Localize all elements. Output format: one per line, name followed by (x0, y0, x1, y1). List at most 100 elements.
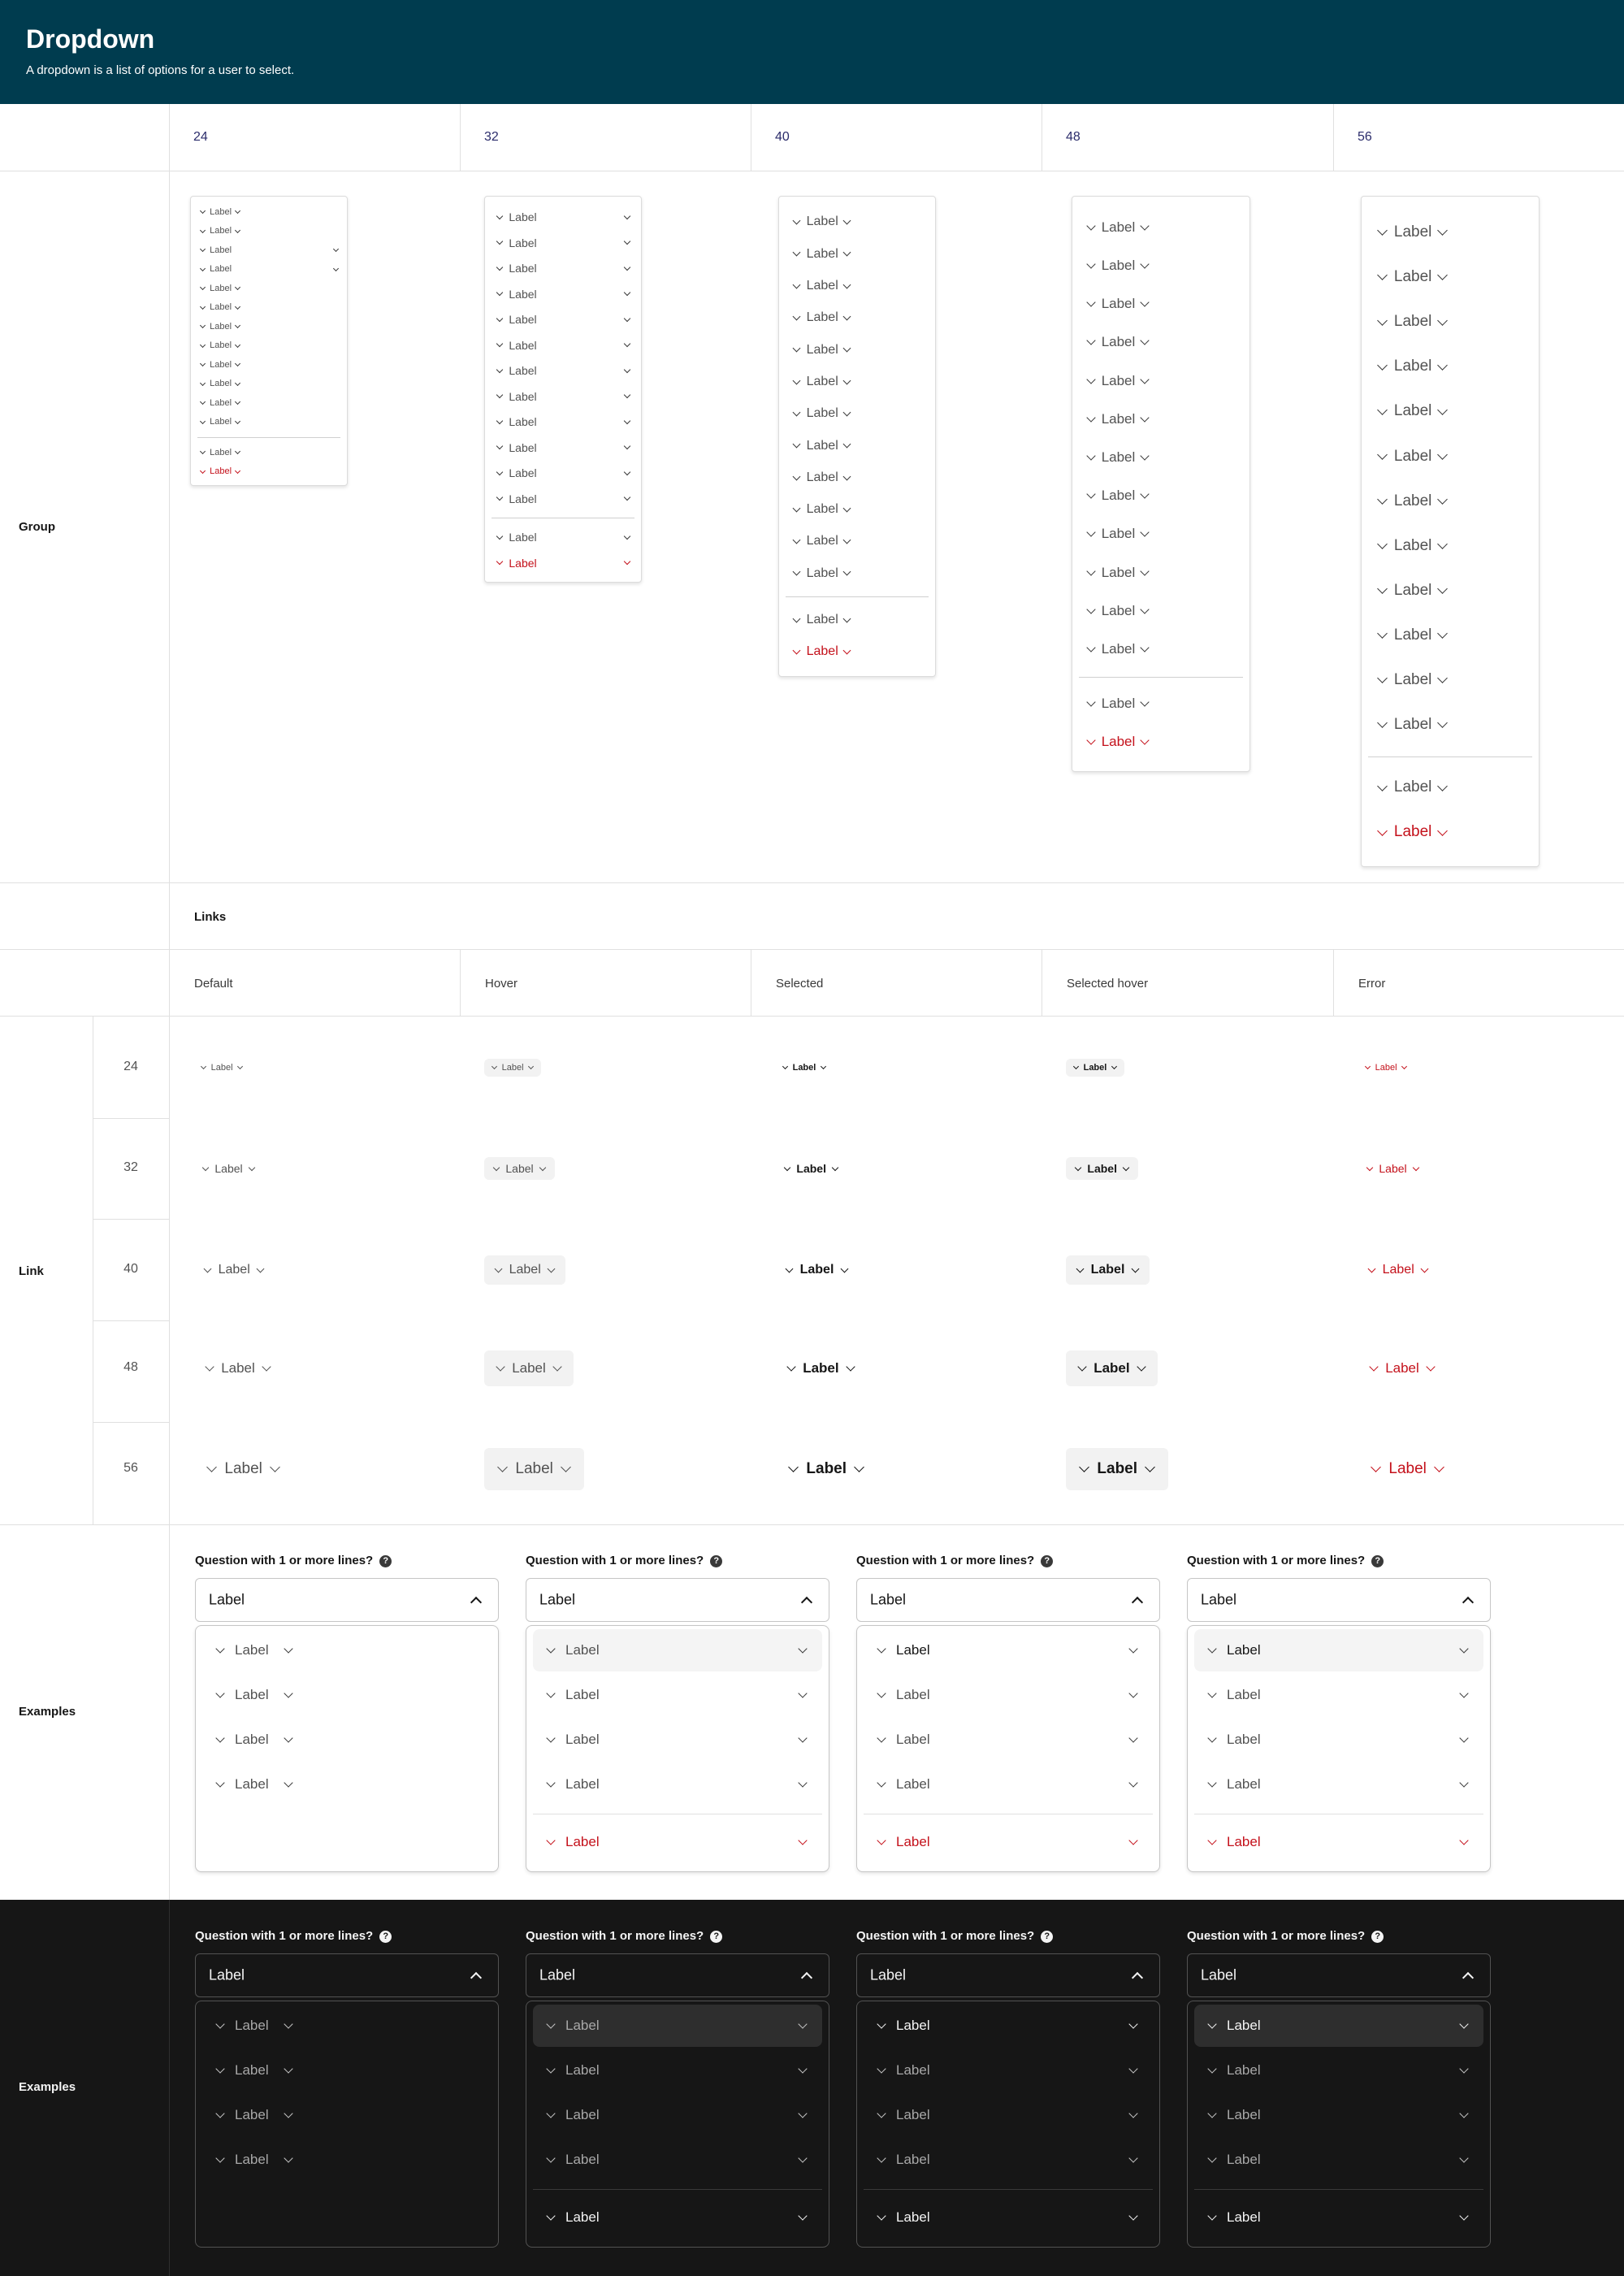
link-def-40[interactable]: Label (193, 1255, 275, 1285)
example-dropdown-field-2[interactable]: Label (856, 1953, 1160, 1997)
group-item[interactable]: Label (779, 526, 935, 557)
group-item[interactable]: Label (485, 435, 641, 461)
group-item[interactable]: Label (1362, 255, 1539, 300)
group-item-error[interactable]: Label (485, 550, 641, 576)
link-hov-32[interactable]: Label (484, 1157, 556, 1180)
option-row-error[interactable]: Label (1194, 2196, 1483, 2239)
group-item[interactable]: Label (191, 241, 347, 260)
group-item[interactable]: Label (1072, 362, 1249, 400)
link-sel-24[interactable]: Label (775, 1059, 834, 1077)
chevron-up-icon[interactable] (800, 1971, 813, 1984)
link-err-24[interactable]: Label (1358, 1059, 1414, 1077)
group-item-error[interactable]: Label (1072, 723, 1249, 761)
option-row[interactable]: Label (864, 2005, 1153, 2047)
example-dropdown-field-1[interactable]: Label (526, 1953, 829, 1997)
link-sel-32[interactable]: Label (775, 1157, 847, 1180)
option-row[interactable]: Label (864, 1763, 1153, 1806)
group-item[interactable]: Label (1362, 210, 1539, 255)
group-item[interactable]: Label (779, 270, 935, 301)
option-row[interactable]: Label (533, 1719, 822, 1761)
option-row[interactable]: Label (864, 1674, 1153, 1716)
group-item[interactable]: Label (779, 302, 935, 334)
group-item[interactable]: Label (779, 430, 935, 462)
option-row[interactable]: Label (1194, 1629, 1483, 1671)
link-def-24[interactable]: Label (193, 1059, 250, 1077)
group-item[interactable]: Label (191, 260, 347, 280)
group-item[interactable]: Label (485, 230, 641, 256)
chevron-up-icon[interactable] (1462, 1596, 1475, 1609)
group-item[interactable]: Label (1362, 703, 1539, 748)
group-item[interactable]: Label (191, 336, 347, 356)
help-icon[interactable]: ? (1371, 1931, 1384, 1943)
help-icon[interactable]: ? (1041, 1555, 1054, 1567)
option-row[interactable]: Label (1194, 1719, 1483, 1761)
example-dropdown-field-3[interactable]: Label (1187, 1578, 1491, 1622)
chevron-up-icon[interactable] (470, 1971, 483, 1984)
option-row-error[interactable]: Label (1194, 1821, 1483, 1863)
group-item[interactable]: Label (1362, 568, 1539, 613)
group-item[interactable]: Label (779, 493, 935, 525)
option-row[interactable]: Label (202, 1719, 492, 1761)
link-selhov-40[interactable]: Label (1066, 1255, 1150, 1285)
group-item[interactable]: Label (485, 384, 641, 410)
example-dropdown-field-2[interactable]: Label (856, 1578, 1160, 1622)
option-row[interactable]: Label (533, 2049, 822, 2092)
group-item[interactable]: Label (779, 206, 935, 238)
group-item[interactable]: Label (485, 255, 641, 281)
group-item[interactable]: Label (779, 334, 935, 366)
help-icon[interactable]: ? (710, 1555, 723, 1567)
group-item[interactable]: Label (191, 443, 347, 462)
link-err-40[interactable]: Label (1358, 1255, 1439, 1285)
help-icon[interactable]: ? (1041, 1931, 1054, 1943)
link-selhov-48[interactable]: Label (1066, 1350, 1158, 1386)
group-item[interactable]: Label (485, 204, 641, 230)
group-item[interactable]: Label (485, 460, 641, 486)
group-item[interactable]: Label (1362, 479, 1539, 523)
option-row[interactable]: Label (1194, 2139, 1483, 2181)
group-item[interactable]: Label (1072, 400, 1249, 438)
link-def-32[interactable]: Label (193, 1157, 264, 1180)
link-def-56[interactable]: Label (193, 1448, 293, 1490)
link-def-48[interactable]: Label (193, 1350, 283, 1386)
group-item[interactable]: Label (191, 413, 347, 432)
group-item[interactable]: Label (1072, 685, 1249, 723)
option-row[interactable]: Label (202, 1674, 492, 1716)
help-icon[interactable]: ? (1371, 1555, 1384, 1567)
group-item[interactable]: Label (1362, 523, 1539, 568)
group-item-error[interactable]: Label (779, 636, 935, 668)
link-sel-40[interactable]: Label (775, 1255, 859, 1285)
option-row[interactable]: Label (864, 1629, 1153, 1671)
group-item[interactable]: Label (1072, 208, 1249, 246)
example-dropdown-field-0[interactable]: Label (195, 1953, 499, 1997)
option-row[interactable]: Label (1194, 2094, 1483, 2136)
option-row-error[interactable]: Label (864, 1821, 1153, 1863)
option-row[interactable]: Label (1194, 1763, 1483, 1806)
link-hov-40[interactable]: Label (484, 1255, 566, 1285)
option-row[interactable]: Label (202, 2094, 492, 2136)
option-row[interactable]: Label (202, 1763, 492, 1806)
group-item-error[interactable]: Label (191, 462, 347, 482)
group-item[interactable]: Label (485, 306, 641, 332)
group-item[interactable]: Label (779, 557, 935, 589)
link-selhov-56[interactable]: Label (1066, 1448, 1169, 1490)
group-item[interactable]: Label (485, 486, 641, 512)
option-row[interactable]: Label (533, 2094, 822, 2136)
group-item[interactable]: Label (1362, 345, 1539, 389)
link-err-32[interactable]: Label (1358, 1157, 1428, 1180)
group-item[interactable]: Label (191, 375, 347, 394)
chevron-up-icon[interactable] (1462, 1971, 1475, 1984)
link-sel-48[interactable]: Label (775, 1350, 867, 1386)
group-item[interactable]: Label (779, 398, 935, 430)
group-item[interactable]: Label (1362, 434, 1539, 479)
group-item[interactable]: Label (1362, 765, 1539, 810)
help-icon[interactable]: ? (379, 1555, 392, 1567)
option-row-error[interactable]: Label (533, 1821, 822, 1863)
link-hov-56[interactable]: Label (484, 1448, 585, 1490)
chevron-up-icon[interactable] (800, 1596, 813, 1609)
group-item[interactable]: Label (191, 393, 347, 413)
option-row[interactable]: Label (1194, 1674, 1483, 1716)
group-item[interactable]: Label (485, 332, 641, 358)
group-item[interactable]: Label (485, 281, 641, 307)
link-hov-48[interactable]: Label (484, 1350, 574, 1386)
group-item[interactable]: Label (485, 409, 641, 435)
